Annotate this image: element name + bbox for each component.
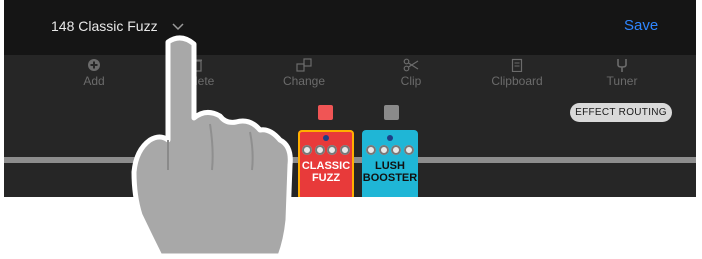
effect-routing-button[interactable]: EFFECT ROUTING <box>570 103 672 122</box>
trash-icon <box>192 59 202 72</box>
knob-icon <box>391 145 402 155</box>
pedal-lush-booster[interactable]: LUSH BOOSTER <box>362 130 418 197</box>
save-button[interactable]: Save <box>624 17 658 34</box>
pedal-name-line2: FUZZ <box>311 172 341 184</box>
toolbar-clipboard-label: Clipboard <box>491 74 543 88</box>
toolbar-change-button[interactable]: Change <box>264 58 344 88</box>
chevron-down-icon[interactable] <box>170 18 186 34</box>
toolbar-delete-label: Delete <box>179 74 215 88</box>
pedal-selector-lush-booster[interactable] <box>384 105 399 120</box>
scissors-icon <box>403 58 419 72</box>
knob-icon <box>327 145 338 155</box>
app-window: 148 Classic Fuzz Save Add Delete Change <box>4 0 696 197</box>
pedal-name-line1: LUSH <box>375 160 405 172</box>
knob-icon <box>378 145 389 155</box>
pedal-knobs <box>302 145 350 155</box>
knob-icon <box>366 145 376 155</box>
top-bar: 148 Classic Fuzz Save <box>4 0 696 55</box>
pedal-selector-classic-fuzz[interactable] <box>318 105 333 120</box>
toolbar-add-button[interactable]: Add <box>54 58 134 88</box>
toolbar-delete-button[interactable]: Delete <box>157 58 237 88</box>
pedal-knobs <box>366 145 414 155</box>
knob-icon <box>339 145 350 155</box>
knob-icon <box>302 145 312 155</box>
knob-icon <box>403 145 414 155</box>
pedal-name-line2: BOOSTER <box>362 172 418 184</box>
tuner-fork-icon <box>617 59 627 72</box>
toolbar-tuner-button[interactable]: Tuner <box>582 58 662 88</box>
toolbar-tuner-label: Tuner <box>606 74 638 88</box>
change-icon <box>296 58 312 72</box>
pedal-name-line1: CLASSIC <box>301 160 351 172</box>
toolbar-clip-button[interactable]: Clip <box>371 58 451 88</box>
toolbar-clipboard-button[interactable]: Clipboard <box>477 58 557 88</box>
plus-circle-icon <box>88 59 100 71</box>
toolbar-clip-label: Clip <box>400 74 422 88</box>
pedal-led <box>323 135 329 141</box>
toolbar-add-label: Add <box>83 74 105 88</box>
knob-icon <box>314 145 325 155</box>
clipboard-icon <box>511 58 523 72</box>
pedal-classic-fuzz[interactable]: CLASSIC FUZZ <box>298 130 354 197</box>
toolbar-change-label: Change <box>282 74 326 88</box>
preset-name[interactable]: 148 Classic Fuzz <box>51 18 158 34</box>
pedal-led <box>387 135 393 141</box>
